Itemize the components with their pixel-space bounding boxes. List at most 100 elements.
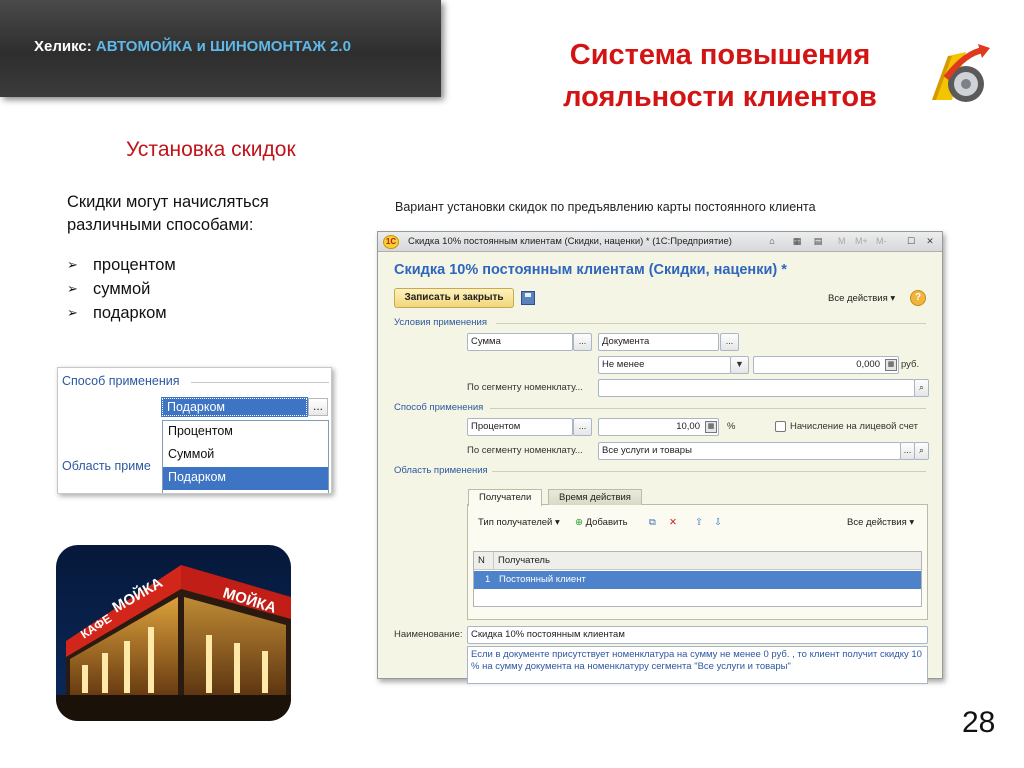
- move-down-icon[interactable]: ⇩: [714, 517, 722, 528]
- segment-label: По сегменту номенклату...: [467, 445, 583, 456]
- select-button[interactable]: ...: [900, 442, 915, 460]
- amount-field[interactable]: 0,000: [753, 356, 899, 374]
- logo-icon: [932, 44, 990, 102]
- select-button[interactable]: ...: [573, 418, 592, 436]
- carwash-photo: МОЙКА КАФЕ МОЙКА: [56, 545, 291, 721]
- recipient-type-label: Тип получателей: [478, 517, 553, 528]
- brand-name: Хеликс:: [34, 38, 92, 55]
- account-credit-label: Начисление на лицевой счет: [790, 421, 918, 432]
- calculator-icon[interactable]: ▦: [885, 359, 897, 371]
- copy-icon[interactable]: ⧉: [649, 517, 656, 528]
- scope-tabs-panel: Получатели Время действия Тип получателе…: [467, 489, 928, 620]
- select-button[interactable]: ...: [720, 333, 739, 351]
- slide-title: Система повышения лояльности клиентов: [520, 34, 920, 118]
- calculator-icon[interactable]: ▦: [705, 421, 717, 433]
- chevron-down-icon[interactable]: ▼: [730, 356, 749, 374]
- method-select[interactable]: Подарком: [161, 397, 308, 417]
- group-divider: [490, 408, 926, 409]
- add-label: Добавить: [585, 517, 628, 528]
- dropdown-list: Процентом Суммой Подарком: [162, 420, 329, 493]
- compare-select[interactable]: Не менее: [598, 356, 731, 374]
- help-icon[interactable]: ?: [910, 290, 926, 306]
- name-field[interactable]: Скидка 10% постоянным клиентам: [467, 626, 928, 644]
- group-divider: [496, 323, 926, 324]
- method-field[interactable]: Процентом: [467, 418, 573, 436]
- section-title: Установка скидок: [126, 138, 296, 161]
- save-and-close-button[interactable]: Записать и закрыть: [394, 288, 514, 308]
- home-icon[interactable]: ⌂: [765, 235, 779, 249]
- search-icon[interactable]: ⌕: [914, 442, 929, 460]
- recipient-cell: Постоянный клиент: [499, 574, 586, 585]
- segment-field[interactable]: Все услуги и товары: [598, 442, 901, 460]
- segment-field[interactable]: [598, 379, 915, 397]
- window-caption: Вариант установки скидок по предъявлению…: [395, 200, 816, 214]
- memory-minus-button[interactable]: M-: [876, 236, 887, 246]
- search-icon[interactable]: ⌕: [914, 379, 929, 397]
- percent-label: %: [727, 421, 736, 432]
- form-title: Скидка 10% постоянным клиентам (Скидки, …: [394, 262, 787, 278]
- memory-plus-button[interactable]: M+: [855, 236, 868, 246]
- currency-label: руб.: [901, 359, 920, 370]
- methods-list: ➢ процентом ➢ суммой ➢ подарком: [67, 253, 176, 325]
- add-icon: ⊕: [575, 517, 583, 528]
- name-label: Наименование:: [394, 629, 463, 640]
- method-dropdown-snippet: Способ применения Область приме Подарком…: [57, 367, 332, 494]
- delete-icon[interactable]: ✕: [669, 517, 677, 528]
- group-legend-scope: Область приме: [62, 459, 151, 473]
- list-item: ➢ суммой: [67, 277, 176, 301]
- segment-label: По сегменту номенклату...: [467, 382, 583, 393]
- list-item: ➢ подарком: [67, 301, 176, 325]
- percent-field[interactable]: 10,00: [598, 418, 719, 436]
- group-scope-legend: Область применения: [394, 465, 488, 476]
- group-method-legend: Способ применения: [394, 402, 484, 413]
- grid-icon[interactable]: ▦: [790, 235, 804, 249]
- recipient-type-menu[interactable]: Тип получателей ▾: [478, 517, 560, 528]
- method-label: процентом: [93, 256, 176, 274]
- window-titlebar: 1С Скидка 10% постоянным клиентам (Скидк…: [378, 232, 942, 252]
- condition-source-field[interactable]: Документа: [598, 333, 719, 351]
- column-header[interactable]: Получатель: [494, 552, 921, 570]
- group-legend: Способ применения: [62, 374, 180, 388]
- table-row[interactable]: 1 Постоянный клиент: [474, 571, 921, 589]
- dropdown-option[interactable]: Суммой: [163, 444, 328, 467]
- list-item: ➢ процентом: [67, 253, 176, 277]
- all-actions-menu[interactable]: Все действия ▾: [847, 517, 914, 528]
- slide-title-line1: Система повышения: [569, 39, 871, 71]
- save-disk-icon[interactable]: [521, 291, 535, 305]
- condition-type-field[interactable]: Сумма: [467, 333, 573, 351]
- lead-text: Скидки могут начисляться различными спос…: [67, 193, 269, 234]
- dropdown-option-selected[interactable]: Подарком: [163, 467, 328, 490]
- all-actions-menu[interactable]: Все действия ▾: [828, 293, 895, 304]
- select-button[interactable]: ...: [573, 333, 592, 351]
- group-divider: [492, 471, 926, 472]
- calendar-icon[interactable]: ▤: [811, 235, 825, 249]
- arrow-bullet-icon: ➢: [67, 281, 78, 296]
- recipients-table: N Получатель 1 Постоянный клиент: [473, 551, 922, 607]
- row-number: 1: [485, 574, 491, 585]
- arrow-bullet-icon: ➢: [67, 305, 78, 320]
- column-header[interactable]: N: [474, 552, 494, 570]
- add-button[interactable]: ⊕ Добавить: [575, 517, 628, 528]
- maximize-icon[interactable]: ☐: [904, 235, 918, 249]
- description-field[interactable]: Если в документе присутствует номенклату…: [467, 646, 928, 684]
- app-1c-icon: 1С: [383, 235, 399, 249]
- memory-button[interactable]: M: [838, 236, 846, 246]
- header-banner: Хеликс: АВТОМОЙКА и ШИНОМОНТАЖ 2.0: [0, 0, 441, 97]
- tab-recipients[interactable]: Получатели: [468, 489, 543, 506]
- account-credit-checkbox[interactable]: [775, 421, 786, 432]
- product-name: АВТОМОЙКА и ШИНОМОНТАЖ 2.0: [95, 38, 351, 55]
- group-divider: [191, 382, 329, 383]
- select-button[interactable]: ...: [308, 398, 328, 416]
- window-title: Скидка 10% постоянным клиентам (Скидки, …: [408, 236, 732, 247]
- group-conditions-legend: Условия применения: [394, 317, 487, 328]
- dropdown-option[interactable]: Процентом: [163, 421, 328, 444]
- close-icon[interactable]: ✕: [923, 235, 937, 249]
- tab-validity[interactable]: Время действия: [548, 489, 642, 505]
- move-up-icon[interactable]: ⇧: [695, 517, 703, 528]
- banner-text: Хеликс: АВТОМОЙКА и ШИНОМОНТАЖ 2.0: [34, 38, 351, 55]
- method-label: подарком: [93, 304, 167, 322]
- all-actions-label: Все действия: [828, 293, 888, 304]
- arrow-bullet-icon: ➢: [67, 257, 78, 272]
- all-actions-label: Все действия: [847, 517, 907, 528]
- method-label: суммой: [93, 280, 151, 298]
